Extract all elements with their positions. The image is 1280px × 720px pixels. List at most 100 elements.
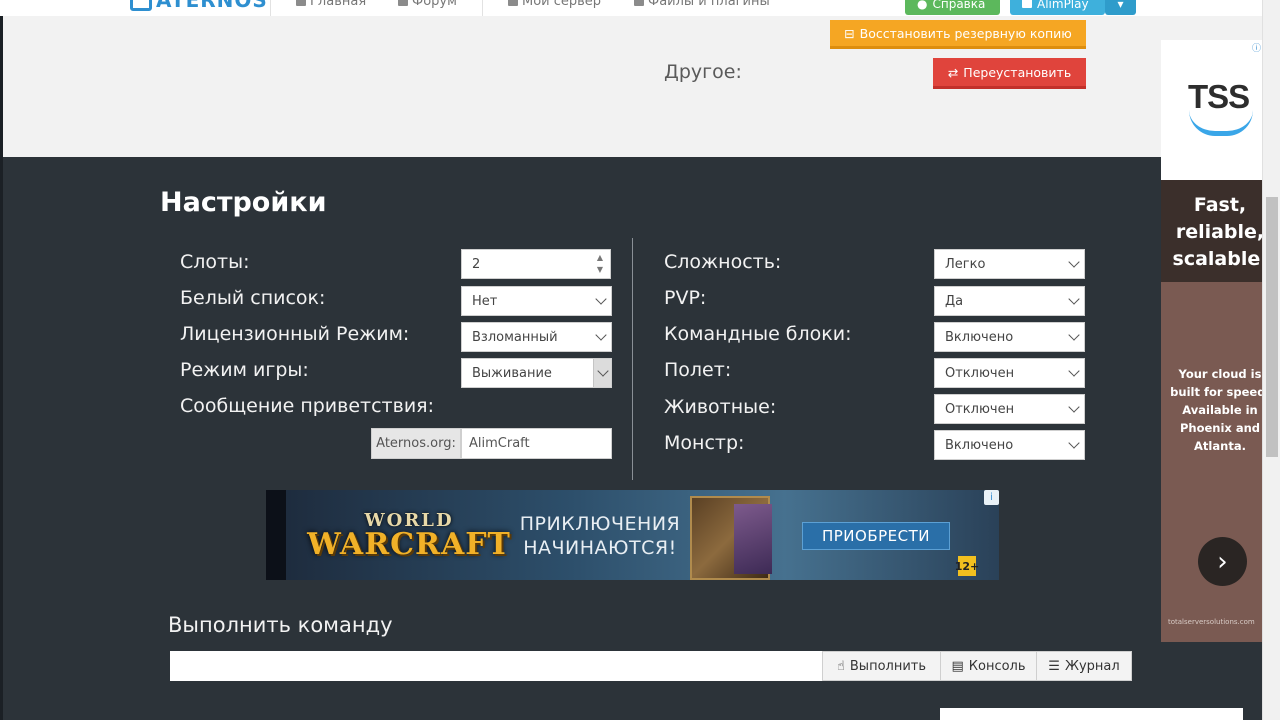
flight-value: Отключен xyxy=(945,365,1015,381)
monsters-select[interactable]: Включено xyxy=(934,430,1085,460)
scrollbar-thumb[interactable] xyxy=(1266,197,1278,457)
banner-buy-button[interactable]: ПРИОБРЕСТИ xyxy=(802,522,950,550)
page-scrollbar[interactable] xyxy=(1262,0,1280,720)
chevron-right-icon[interactable]: › xyxy=(1198,537,1247,586)
side-ad-footer: totalserversolutions.com xyxy=(1168,618,1255,626)
restore-backup-label: Восстановить резервную копию xyxy=(859,25,1072,41)
panel-edge xyxy=(940,708,1243,720)
difficulty-value: Легко xyxy=(945,256,986,272)
log-label: Журнал xyxy=(1064,658,1120,674)
chevron-down-icon xyxy=(1068,437,1080,449)
game-box-image xyxy=(734,504,772,574)
server-icon xyxy=(508,0,518,6)
monsters-value: Включено xyxy=(945,437,1014,453)
side-ad-body: Your cloud is built for speed. Available… xyxy=(1170,367,1262,453)
monsters-label: Монстр: xyxy=(664,432,745,454)
terminal-icon: ▤ xyxy=(951,658,964,674)
console-button[interactable]: ▤ Консоль xyxy=(940,651,1037,681)
execute-label: Выполнить xyxy=(849,658,927,674)
logo-text: ATERNOS xyxy=(156,0,268,12)
aternos-logo[interactable]: ATERNOS xyxy=(130,0,268,12)
command-title: Выполнить команду xyxy=(168,613,393,637)
execute-button[interactable]: ☝ Выполнить xyxy=(822,651,941,681)
flight-select[interactable]: Отключен xyxy=(934,358,1085,388)
warcraft-logo: WORLD WARCRAFT xyxy=(307,498,510,574)
slots-input[interactable]: 2 ▲ ▼ xyxy=(461,249,611,279)
restore-backup-button[interactable]: ⊟ Восстановить резервную копию xyxy=(830,20,1086,49)
side-ad[interactable]: TSS Fast, reliable, scalable. Your cloud… xyxy=(1161,40,1262,642)
chevron-down-icon xyxy=(595,293,607,305)
aternos-logo-icon xyxy=(130,0,152,11)
side-ad-headline: Fast, reliable, scalable. xyxy=(1172,194,1262,270)
license-mode-label: Лицензионный Режим: xyxy=(180,323,410,345)
difficulty-label: Сложность: xyxy=(664,251,782,273)
dropdown-button[interactable] xyxy=(593,359,611,387)
chevron-down-icon xyxy=(1068,401,1080,413)
license-mode-select[interactable]: Взломанный xyxy=(461,322,612,352)
other-label: Другое: xyxy=(664,61,742,83)
pvp-value: Да xyxy=(945,293,964,309)
nav-divider xyxy=(482,0,483,16)
number-spinner-icon[interactable]: ▲ ▼ xyxy=(594,253,606,275)
gamemode-label: Режим игры: xyxy=(180,359,309,381)
nav-forum[interactable]: Форум xyxy=(398,0,457,9)
retweet-icon: ⇄ xyxy=(947,64,959,80)
command-blocks-label: Командные блоки: xyxy=(664,323,852,345)
account-button-label: AlimPlay xyxy=(1037,0,1089,11)
account-button[interactable]: AlimPlay xyxy=(1010,0,1105,15)
gamemode-select[interactable]: Выживание xyxy=(461,358,612,388)
caret-down-icon: ▾ xyxy=(1117,0,1124,11)
reinstall-label: Переустановить xyxy=(963,64,1072,80)
difficulty-select[interactable]: Легко xyxy=(934,249,1085,279)
banner-tagline: ПРИКЛЮЧЕНИЯ НАЧИНАЮТСЯ! xyxy=(519,513,681,559)
archive-icon: ⊟ xyxy=(844,25,855,41)
reinstall-button[interactable]: ⇄ Переустановить xyxy=(933,58,1086,89)
nav-divider xyxy=(270,0,271,16)
command-blocks-select[interactable]: Включено xyxy=(934,322,1085,352)
nav-files-label: Файлы и плагины xyxy=(648,0,770,9)
chevron-down-icon xyxy=(1068,329,1080,341)
license-mode-value: Взломанный xyxy=(472,329,558,345)
warcraft-logo-bottom: WARCRAFT xyxy=(307,527,511,562)
ad-info-icon[interactable]: i xyxy=(984,490,999,505)
pvp-label: PVP: xyxy=(664,287,707,309)
chevron-down-icon xyxy=(1068,256,1080,268)
chevron-down-icon xyxy=(595,329,607,341)
nav-my-server[interactable]: Мой сервер xyxy=(508,0,601,9)
top-navbar: ATERNOS Главная Форум Мой сервер Файлы и… xyxy=(0,0,1262,16)
console-label: Консоль xyxy=(968,658,1026,674)
chevron-down-icon xyxy=(1068,293,1080,305)
gamemode-value: Выживание xyxy=(472,365,552,381)
whitelist-value: Нет xyxy=(472,293,498,309)
slots-value: 2 xyxy=(472,256,481,272)
whitelist-label: Белый список: xyxy=(180,287,326,309)
nav-files-plugins[interactable]: Файлы и плагины xyxy=(634,0,770,9)
folder-icon xyxy=(634,0,644,6)
command-input[interactable] xyxy=(170,651,822,681)
user-icon xyxy=(1022,0,1032,8)
nav-forum-label: Форум xyxy=(412,0,457,9)
home-icon xyxy=(296,0,306,6)
nav-home[interactable]: Главная xyxy=(296,0,366,9)
motd-input[interactable]: AlimCraft xyxy=(461,428,612,459)
nav-my-server-label: Мой сервер xyxy=(522,0,602,9)
age-rating-badge: 12+ xyxy=(955,556,979,576)
help-button[interactable]: ● Справка xyxy=(905,0,1000,15)
column-divider xyxy=(632,238,633,480)
account-dropdown-button[interactable]: ▾ xyxy=(1105,0,1136,15)
settings-title: Настройки xyxy=(160,187,327,218)
animals-select[interactable]: Отключен xyxy=(934,394,1085,424)
log-button[interactable]: ☰ Журнал xyxy=(1036,651,1132,681)
list-icon: ☰ xyxy=(1048,658,1060,674)
user-icon xyxy=(398,0,408,6)
pvp-select[interactable]: Да xyxy=(934,286,1085,316)
chevron-down-icon xyxy=(1068,365,1080,377)
slots-label: Слоты: xyxy=(180,251,250,273)
question-circle-icon: ● xyxy=(917,0,928,11)
animals-value: Отключен xyxy=(945,401,1015,417)
ad-banner[interactable]: WORLD WARCRAFT ПРИКЛЮЧЕНИЯ НАЧИНАЮТСЯ! П… xyxy=(266,490,999,580)
whitelist-select[interactable]: Нет xyxy=(461,286,612,316)
ad-info-icon[interactable]: ⓘ xyxy=(1252,41,1262,54)
chevron-down-icon xyxy=(597,365,609,377)
nav-home-label: Главная xyxy=(310,0,367,9)
